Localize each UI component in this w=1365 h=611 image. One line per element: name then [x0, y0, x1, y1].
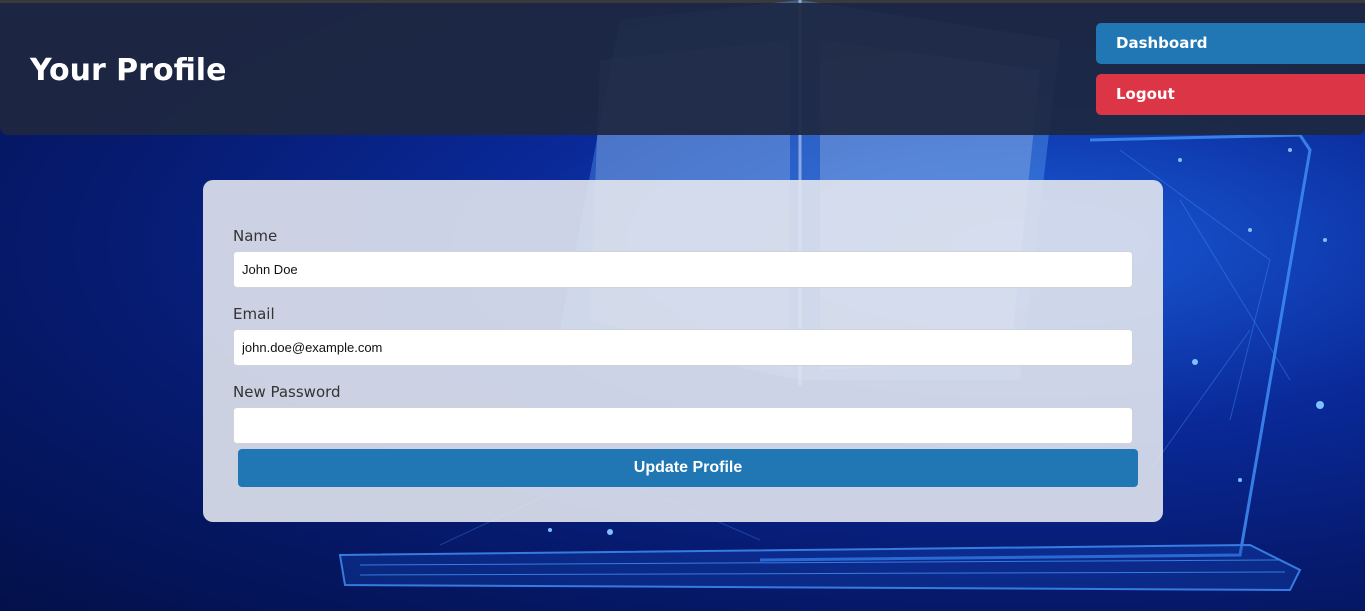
profile-form-card: Name Email New Password Update Profile [203, 180, 1163, 522]
dashboard-button[interactable]: Dashboard [1096, 23, 1365, 64]
new-password-label: New Password [233, 383, 341, 401]
email-label: Email [233, 305, 275, 323]
logout-button[interactable]: Logout [1096, 74, 1365, 115]
name-input[interactable] [233, 251, 1133, 288]
name-label: Name [233, 227, 278, 245]
update-profile-button[interactable]: Update Profile [238, 449, 1138, 487]
page-title: Your Profile [30, 53, 227, 88]
email-input[interactable] [233, 329, 1133, 366]
new-password-input[interactable] [233, 407, 1133, 444]
